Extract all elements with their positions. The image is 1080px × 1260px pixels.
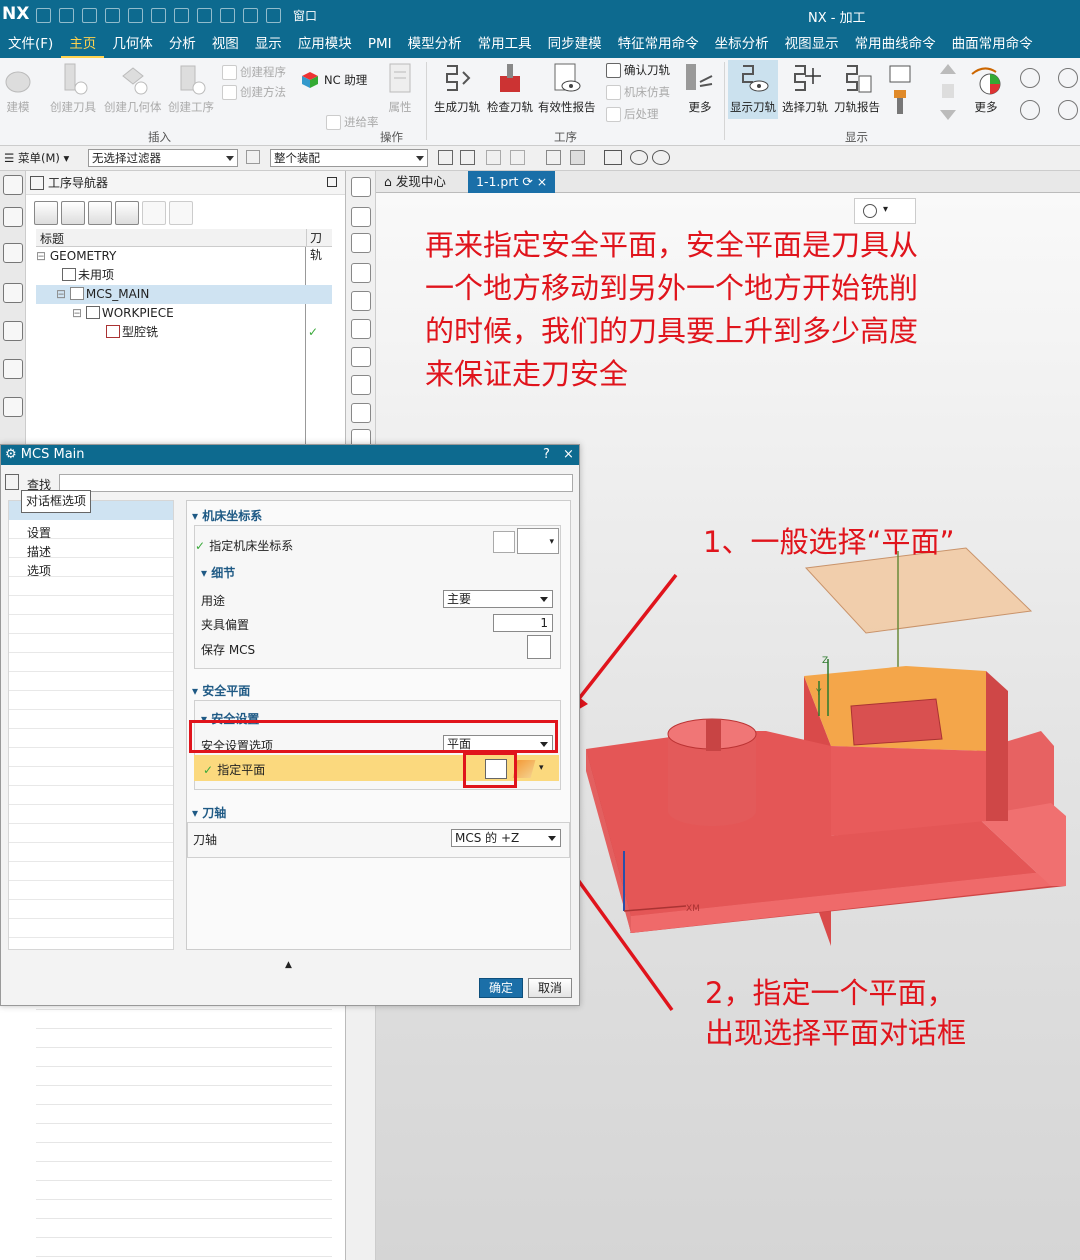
fixture-offset-input[interactable]: 1 — [493, 614, 553, 632]
save-mcs-label: 保存 MCS — [201, 643, 256, 657]
tooltip: 对话框选项 — [21, 490, 92, 513]
section-tool-axis[interactable]: 刀轴 — [192, 804, 226, 821]
collapse-arrow-icon[interactable]: ▲ — [285, 960, 292, 970]
specify-plane-label-row: ✓ 指定平面 — [203, 761, 265, 778]
dialog-section-nav: 设置 描述 选项 — [8, 500, 174, 950]
specify-mcs-row: ✓ 指定机床坐标系 — [195, 537, 293, 554]
purpose-select[interactable]: 主要 — [443, 590, 553, 608]
gear-icon: ⚙ — [5, 447, 17, 462]
purpose-value: 主要 — [447, 592, 472, 606]
save-mcs-icon[interactable] — [527, 635, 551, 659]
csys-type-dropdown[interactable]: ▾ — [517, 528, 559, 554]
checkmark-icon: ✓ — [195, 539, 210, 553]
ok-button[interactable]: 确定 — [479, 978, 523, 998]
annotation-safe-plane-explanation: 再来指定安全平面，安全平面是刀具从 一个地方移动到另外一个地方开始铣削 的时候，… — [425, 228, 919, 391]
highlight-safe-option — [189, 720, 558, 753]
tool-axis-value: MCS 的 +Z — [455, 831, 520, 845]
dialog-title-bar: ⚙ MCS Main ? × — [1, 445, 579, 465]
annotation-step2: 2，指定一个平面， 出现选择平面对话框 — [705, 976, 967, 1050]
checkmark-icon: ✓ — [203, 763, 218, 777]
fixture-offset-label: 夹具偏置 — [201, 618, 250, 632]
specify-mcs-label: 指定机床坐标系 — [209, 539, 294, 553]
nav-item-settings[interactable]: 设置 — [27, 524, 51, 541]
close-button[interactable]: × — [563, 445, 574, 465]
csys-dialog-icon[interactable] — [493, 531, 515, 553]
highlight-specify-plane — [463, 752, 517, 788]
tool-axis-select[interactable]: MCS 的 +Z — [451, 829, 561, 847]
chevron-down-icon: ▾ — [549, 537, 554, 547]
cancel-button[interactable]: 取消 — [528, 978, 572, 998]
section-machine-cs[interactable]: 机床坐标系 — [192, 507, 262, 524]
dialog-title: MCS Main — [20, 447, 85, 462]
help-button[interactable]: ? — [543, 445, 550, 465]
dialog-options-icon[interactable] — [5, 474, 19, 490]
search-input[interactable] — [59, 474, 573, 492]
section-detail[interactable]: 细节 — [201, 564, 235, 581]
nav-item-options[interactable]: 选项 — [27, 562, 51, 579]
nav-item-description[interactable]: 描述 — [27, 543, 51, 560]
specify-plane-label: 指定平面 — [217, 763, 266, 777]
chevron-down-icon — [548, 836, 556, 841]
tool-axis-label: 刀轴 — [193, 833, 218, 847]
chevron-down-icon — [540, 597, 548, 602]
chevron-down-icon[interactable]: ▾ — [539, 763, 544, 773]
annotation-step1: 1、一般选择“平面” — [703, 525, 955, 559]
section-safe-plane[interactable]: 安全平面 — [192, 682, 250, 699]
purpose-label: 用途 — [201, 594, 226, 608]
fixture-offset-value: 1 — [540, 616, 548, 630]
